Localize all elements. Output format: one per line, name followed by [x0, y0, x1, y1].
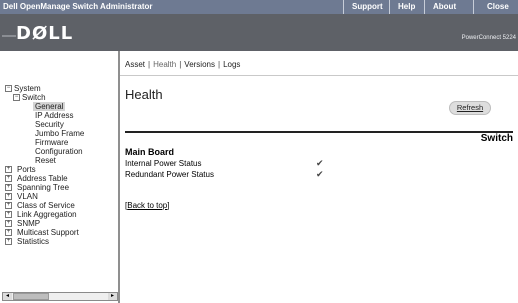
nav-item-class-of-service[interactable]: Class of Service: [17, 201, 75, 210]
check-icon: ✔: [316, 169, 324, 179]
expand-icon[interactable]: +: [5, 229, 12, 236]
nav-item-multicast-support[interactable]: Multicast Support: [17, 228, 79, 237]
back-to-top-link[interactable]: Back to top: [127, 201, 167, 210]
titlebar-divider: [473, 0, 474, 14]
tab-health[interactable]: Health: [153, 60, 176, 69]
titlebar-divider: [389, 0, 390, 14]
nav-item-firmware[interactable]: Firmware: [35, 138, 68, 147]
expand-icon[interactable]: +: [5, 175, 12, 182]
nav-item-link-aggregation[interactable]: Link Aggregation: [17, 210, 77, 219]
tab-separator: |: [217, 60, 221, 69]
main-content: Asset | Health | Versions | Logs Health Refres…: [120, 51, 518, 303]
close-link[interactable]: Close: [487, 2, 509, 11]
tab-asset[interactable]: Asset: [125, 60, 145, 69]
section-divider: [125, 131, 513, 133]
logo-accent-line: [2, 35, 16, 37]
expand-icon[interactable]: +: [5, 184, 12, 191]
nav-item-ip-address[interactable]: IP Address: [35, 111, 74, 120]
title-bar: Dell OpenManage Switch Administrator Sup…: [0, 0, 518, 14]
internal-power-status-label: Internal Power Status: [125, 159, 202, 168]
section-title: Switch: [480, 133, 513, 144]
expand-icon[interactable]: +: [5, 238, 12, 245]
tab-logs[interactable]: Logs: [223, 60, 240, 69]
support-link[interactable]: Support: [352, 2, 383, 11]
nav-item-vlan[interactable]: VLAN: [17, 192, 38, 201]
bracket-close: ]: [167, 201, 170, 210]
nav-item-snmp[interactable]: SNMP: [17, 219, 40, 228]
scroll-left-arrow-icon[interactable]: ◂: [3, 293, 12, 300]
scroll-right-arrow-icon[interactable]: ▸: [108, 293, 117, 300]
titlebar-divider: [343, 0, 344, 14]
nav-item-switch[interactable]: Switch: [22, 93, 46, 102]
page-title: Health: [125, 87, 163, 102]
nav-item-jumbo-frame[interactable]: Jumbo Frame: [35, 129, 84, 138]
expand-icon[interactable]: +: [5, 193, 12, 200]
tab-separator: |: [179, 60, 182, 69]
nav-item-address-table[interactable]: Address Table: [17, 174, 68, 183]
titlebar-divider: [424, 0, 425, 14]
about-link[interactable]: About: [433, 2, 456, 11]
nav-item-ports[interactable]: Ports: [17, 165, 36, 174]
nav-item-general[interactable]: General: [33, 102, 66, 111]
expand-icon[interactable]: +: [5, 211, 12, 218]
nav-item-system[interactable]: System: [14, 84, 41, 93]
page-tabs: Asset | Health | Versions | Logs: [125, 60, 240, 69]
tab-versions[interactable]: Versions: [184, 60, 215, 69]
collapse-icon[interactable]: −: [13, 94, 20, 101]
horizontal-scrollbar[interactable]: ◂ ▸: [2, 292, 118, 301]
subsection-title: Main Board: [125, 147, 175, 157]
navigation-pane: − System − Switch General IP Address Sec…: [0, 51, 120, 303]
product-name: PowerConnect 5224: [461, 35, 516, 41]
nav-item-statistics[interactable]: Statistics: [17, 237, 49, 246]
back-to-top: [Back to top]: [125, 201, 170, 210]
refresh-button[interactable]: Refresh: [449, 101, 491, 115]
nav-item-reset[interactable]: Reset: [35, 156, 56, 165]
redundant-power-status-label: Redundant Power Status: [125, 170, 214, 179]
expand-icon[interactable]: +: [5, 202, 12, 209]
brand-bar: DØLL PowerConnect 5224: [0, 14, 518, 51]
app-title: Dell OpenManage Switch Administrator: [3, 2, 153, 11]
check-icon: ✔: [316, 158, 324, 168]
help-link[interactable]: Help: [398, 2, 415, 11]
nav-item-spanning-tree[interactable]: Spanning Tree: [17, 183, 69, 192]
tab-divider: [120, 75, 518, 76]
collapse-icon[interactable]: −: [5, 85, 12, 92]
scroll-thumb[interactable]: [13, 293, 49, 300]
nav-item-security[interactable]: Security: [35, 120, 64, 129]
tab-separator: |: [148, 60, 151, 69]
dell-logo: DØLL: [16, 23, 74, 44]
expand-icon[interactable]: +: [5, 166, 12, 173]
nav-item-configuration[interactable]: Configuration: [35, 147, 83, 156]
expand-icon[interactable]: +: [5, 220, 12, 227]
